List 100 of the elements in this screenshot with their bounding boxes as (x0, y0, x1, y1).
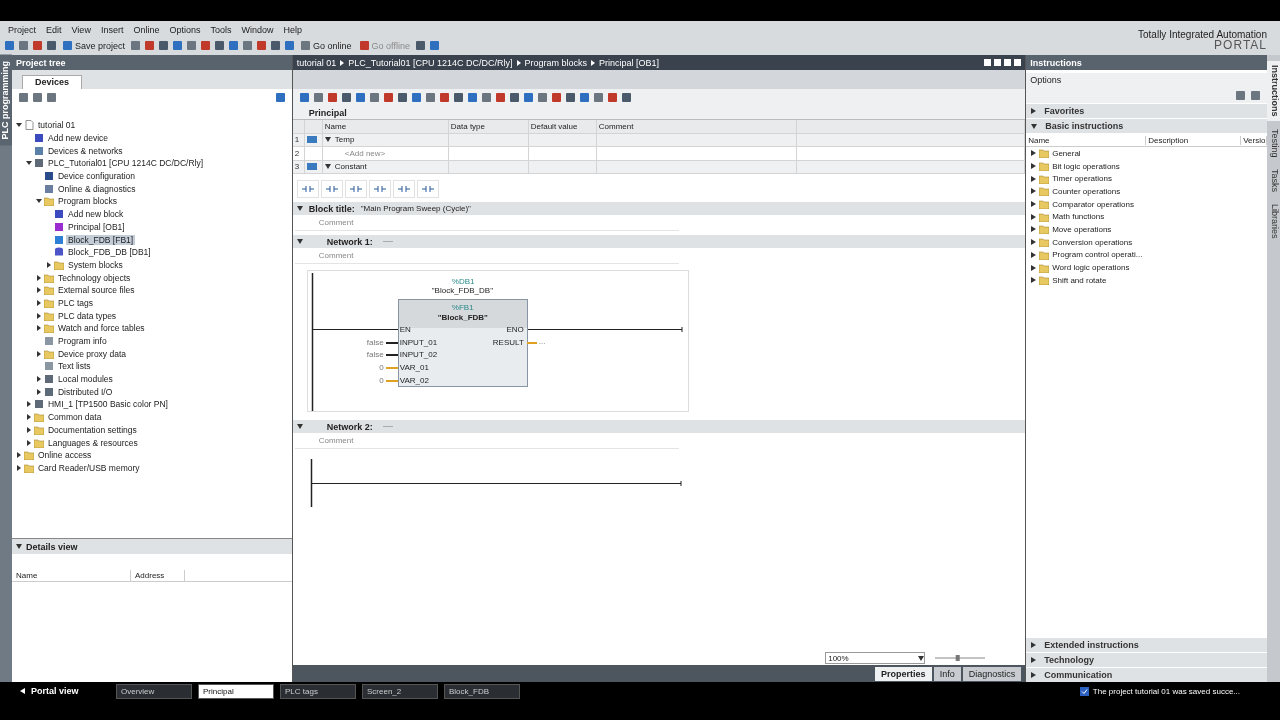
tree-item[interactable]: Text lists (56, 361, 93, 372)
toolbar-icon[interactable] (508, 92, 520, 103)
menu-item[interactable]: Edit (41, 24, 67, 35)
expander-icon[interactable] (36, 388, 42, 395)
editor-tab[interactable]: PLC tags (280, 683, 356, 699)
menu-item[interactable]: Window (236, 24, 279, 35)
menu-item[interactable]: Options (164, 24, 206, 35)
tree-item[interactable]: Languages & resources (46, 437, 140, 448)
toolbar-icon[interactable] (1250, 89, 1261, 101)
toolbar-icon[interactable] (606, 92, 618, 103)
menu-item[interactable]: Insert (95, 24, 129, 35)
toolbar-icon[interactable] (144, 40, 156, 51)
tree-item[interactable]: Add new block (66, 209, 126, 220)
toolbar-icon[interactable] (270, 40, 282, 51)
editor-tab[interactable]: Screen_2 (362, 683, 438, 699)
expander-icon[interactable] (36, 287, 42, 294)
toolbar-icon[interactable] (158, 40, 170, 51)
tree-item[interactable]: Card Reader/USB memory (36, 462, 142, 473)
toolbar-icon[interactable] (32, 91, 43, 103)
toolbar-icon[interactable] (494, 92, 506, 103)
expander-icon[interactable] (36, 312, 42, 319)
tree-item[interactable]: Documentation settings (46, 424, 139, 435)
expander-icon[interactable] (36, 325, 42, 332)
toolbar-icon[interactable] (414, 40, 426, 51)
inspector-tab[interactable]: Properties (875, 666, 932, 681)
toolbar-icon[interactable] (428, 40, 440, 51)
toolbar-icon[interactable] (32, 40, 43, 51)
menu-item[interactable]: View (66, 24, 96, 35)
toolbar-icon[interactable] (438, 92, 450, 103)
toolbar-icon[interactable] (172, 40, 184, 51)
instruction-group[interactable]: Move operations (1052, 224, 1112, 234)
toolbar-icon[interactable] (592, 92, 604, 103)
block-title-value[interactable]: "Main Program Sweep (Cycle)" (360, 204, 471, 213)
slider-thumb[interactable] (955, 655, 960, 661)
side-tab[interactable]: Tasks (1267, 165, 1280, 197)
toolbar-icon[interactable] (242, 40, 254, 51)
tree-item[interactable]: Technology objects (56, 272, 133, 283)
tree-item[interactable]: Common data (46, 412, 104, 423)
comment-field[interactable]: Comment (294, 248, 679, 264)
editor-tab[interactable]: Overview (116, 683, 192, 699)
instruction-group[interactable]: Comparator operations (1052, 199, 1134, 209)
tree-item[interactable]: Block_FDB_DB [DB1] (66, 247, 153, 258)
collapse-icon[interactable] (16, 544, 22, 549)
expander-icon[interactable] (36, 274, 42, 281)
toolbar-icon[interactable] (326, 92, 338, 103)
toolbar-icon[interactable] (410, 92, 422, 103)
breadcrumb-item[interactable]: Principal [OB1] (599, 57, 660, 68)
interface-section[interactable]: Constant (334, 162, 367, 172)
toolbar-icon[interactable] (298, 92, 310, 103)
expander-icon[interactable] (26, 439, 32, 446)
toolbar-icon[interactable] (274, 91, 286, 103)
breadcrumb-item[interactable]: tutorial 01 (296, 57, 337, 68)
expander-icon[interactable] (36, 350, 42, 357)
toolbar-icon[interactable] (340, 92, 352, 103)
tree-item[interactable]: Online access (36, 450, 94, 461)
expander-icon[interactable] (36, 299, 42, 306)
tree-item[interactable]: Add new device (46, 133, 110, 144)
toolbar-icon[interactable] (284, 40, 296, 51)
toolbar-icon[interactable] (18, 91, 29, 103)
side-tab[interactable]: Instructions (1267, 61, 1280, 121)
comment-field[interactable]: Comment (294, 433, 679, 449)
toolbar-button[interactable]: Go online (298, 39, 354, 52)
toolbar-icon[interactable] (214, 40, 226, 51)
expander-icon[interactable] (26, 426, 32, 433)
interface-section[interactable]: Temp (334, 135, 355, 145)
tree-item[interactable]: tutorial 01 (36, 120, 78, 131)
instruction-group[interactable]: Bit logic operations (1052, 161, 1120, 171)
side-tab[interactable]: Testing (1267, 124, 1280, 162)
expander-icon[interactable] (26, 414, 32, 421)
toolbar-icon[interactable] (550, 92, 562, 103)
inspector-tab[interactable]: Diagnostics (962, 666, 1022, 681)
expander-icon[interactable] (36, 198, 42, 205)
expander-icon[interactable] (1031, 123, 1038, 129)
expander-icon[interactable] (16, 122, 22, 129)
menu-item[interactable]: Project (3, 24, 41, 35)
side-tab[interactable]: Libraries (1267, 200, 1280, 243)
toolbar-icon[interactable] (18, 40, 29, 51)
toolbar-icon[interactable] (312, 92, 324, 103)
toolbar-icon[interactable] (1235, 89, 1246, 101)
toolbar-icon[interactable] (424, 92, 436, 103)
tree-item[interactable]: Devices & networks (46, 145, 125, 156)
toolbar-icon[interactable] (480, 92, 492, 103)
tree-item[interactable]: Program info (56, 336, 109, 347)
expander-icon[interactable] (26, 401, 32, 408)
tree-item[interactable]: PLC tags (56, 297, 95, 308)
tree-item[interactable]: Watch and force tables (56, 323, 147, 334)
section-header[interactable]: Technology (1044, 655, 1095, 665)
toolbar-icon[interactable] (200, 40, 212, 51)
tree-item[interactable]: Device configuration (56, 171, 137, 182)
toolbar-icon[interactable] (368, 92, 380, 103)
toolbar-icon[interactable] (46, 91, 57, 103)
instruction-group[interactable]: Counter operations (1052, 186, 1121, 196)
toolbar-icon[interactable] (396, 92, 408, 103)
inspector-tab[interactable]: Info (933, 666, 961, 681)
toolbar-icon[interactable] (522, 92, 534, 103)
comment-field[interactable]: Comment (294, 215, 679, 231)
toolbar-icon[interactable] (228, 40, 240, 51)
instruction-group[interactable]: Conversion operations (1052, 237, 1133, 247)
menu-item[interactable]: Online (128, 24, 165, 35)
tree-item[interactable]: Block_FDB [FB1] (66, 234, 136, 245)
